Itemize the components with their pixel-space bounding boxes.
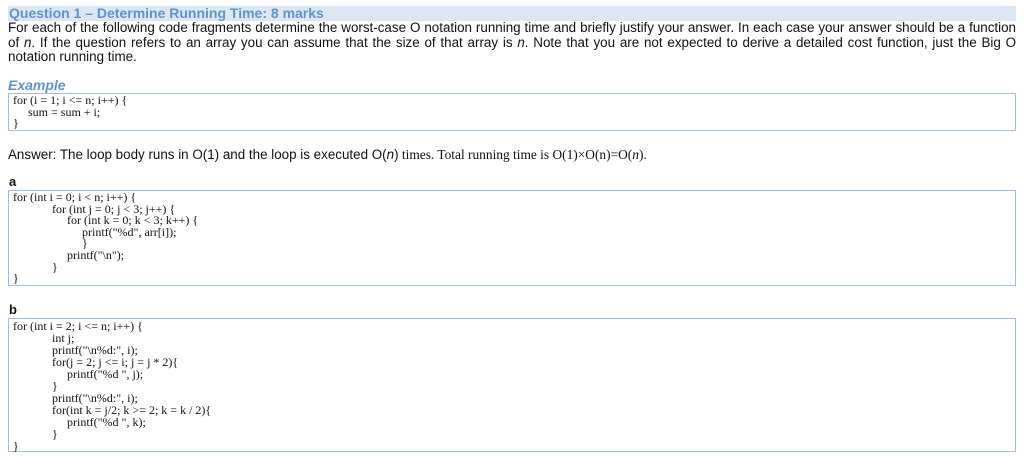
code-line: printf("%d", arr[i]);	[13, 224, 177, 239]
code-line: printf("\n");	[13, 247, 125, 262]
code-line: sum = sum + i;	[13, 104, 101, 119]
variable-n: n	[517, 34, 525, 50]
part-a-code-box: for (int i = 0; i < n; i++) { for (int j…	[8, 190, 1016, 286]
code-line: }	[13, 271, 19, 286]
part-b-label: b	[9, 302, 17, 317]
code-line: printf("%d ", k);	[13, 415, 146, 429]
part-a-label: a	[9, 174, 17, 189]
answer-text: Answer: The loop body runs in O(1) and t…	[8, 147, 387, 162]
code-line: for (int i = 2; i <= n; i++) {	[13, 319, 143, 333]
code-line: }	[13, 236, 88, 251]
code-line: }	[13, 379, 58, 393]
instructions: For each of the following code fragments…	[8, 20, 1016, 65]
variable-n: n	[386, 147, 395, 162]
code-line: for(j = 2; j <= i; j = j * 2){	[13, 355, 179, 369]
example-heading: Example	[8, 77, 66, 93]
code-line: printf("%d ", j);	[13, 367, 144, 381]
code-line: }	[13, 259, 58, 274]
code-line: }	[13, 427, 58, 441]
code-line: int j;	[13, 331, 75, 345]
code-line: }	[13, 439, 19, 453]
answer-text: ).	[638, 147, 647, 162]
example-answer: Answer: The loop body runs in O(1) and t…	[8, 147, 647, 163]
question-title: Question 1 – Determine Running Time: 8 m…	[8, 6, 1016, 21]
answer-text: times. Total running time is O(1)×O(n)=O…	[398, 147, 633, 162]
code-line: }	[13, 116, 19, 131]
example-code-box: for (i = 1; i <= n; i++) { sum = sum + i…	[8, 93, 1016, 131]
code-line: for (i = 1; i <= n; i++) {	[13, 93, 128, 107]
instructions-text: . If the question refers to an array you…	[31, 34, 518, 50]
code-line: for(int k = j/2; k >= 2; k = k / 2){	[13, 403, 212, 417]
variable-n: n	[632, 147, 639, 162]
part-b-code-box: for (int i = 2; i <= n; i++) { int j; pr…	[8, 318, 1016, 452]
